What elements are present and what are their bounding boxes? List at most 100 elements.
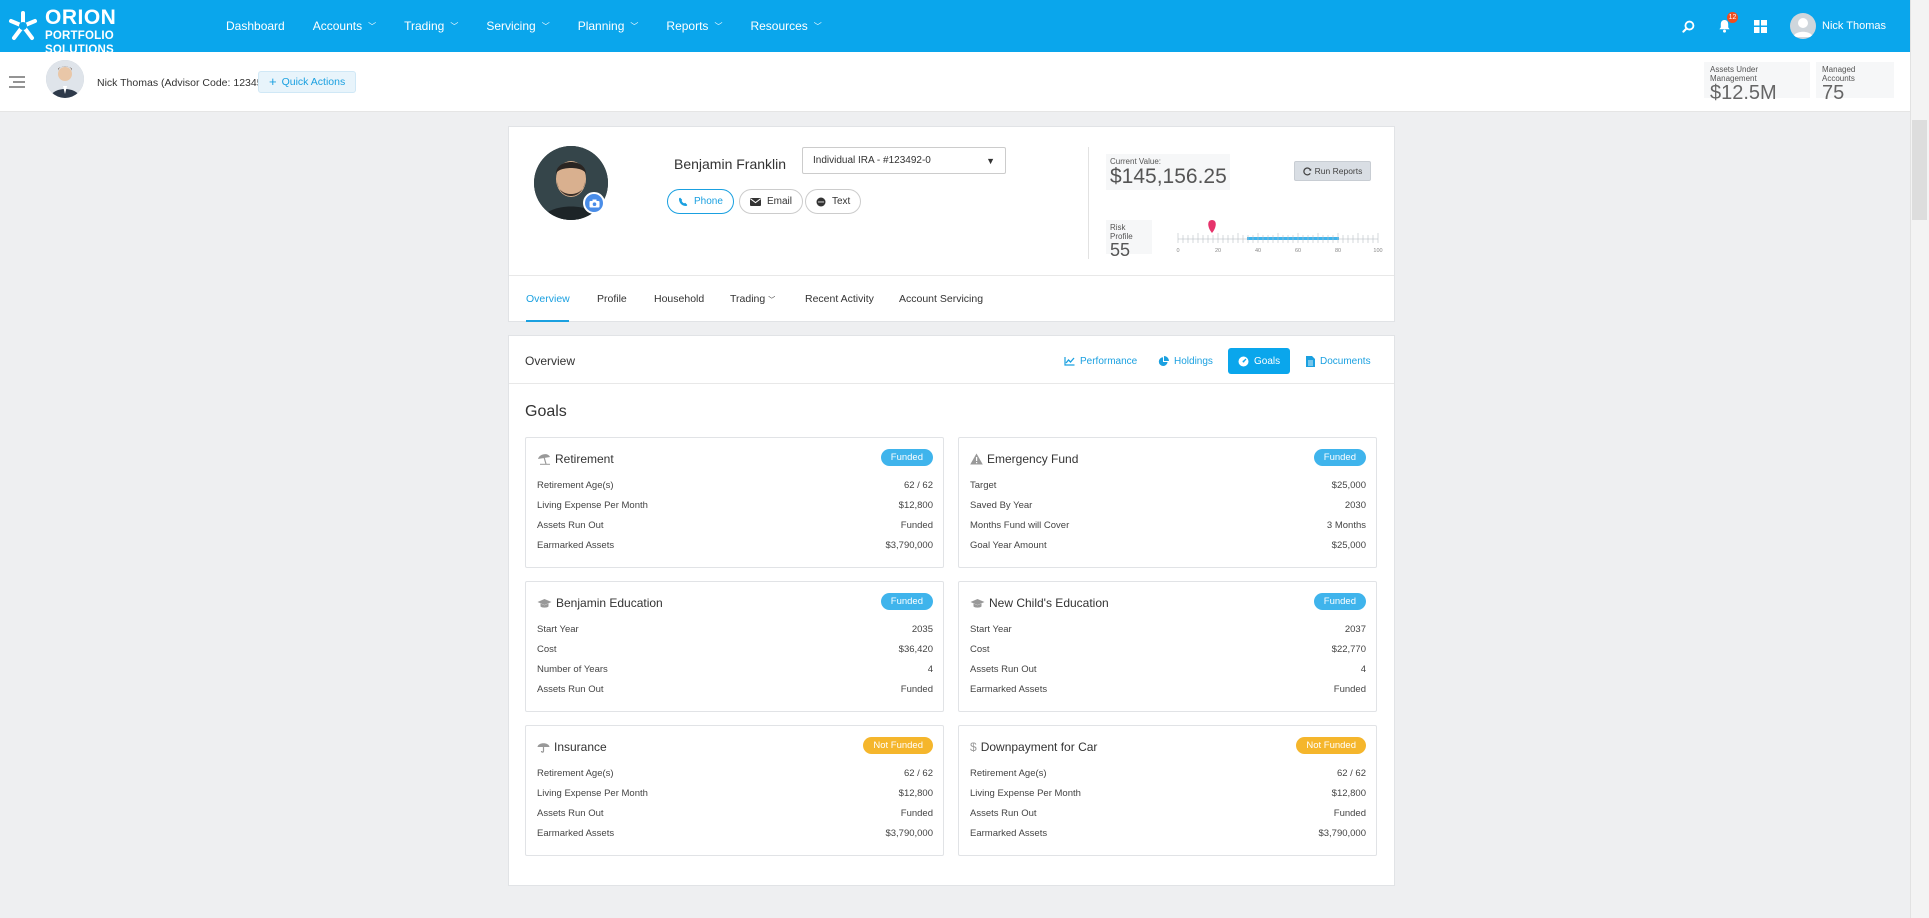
goal-row: Number of Years 4 — [537, 664, 933, 675]
orion-logo[interactable]: ORION PORTFOLIO SOLUTIONS — [8, 7, 158, 56]
chevron-down-icon: ﹀ — [541, 21, 550, 31]
documents-tab[interactable]: Documents — [1302, 348, 1375, 374]
status-badge: Funded — [880, 593, 933, 610]
goal-row-label: Retirement Age(s) — [970, 768, 1047, 779]
chevron-down-icon: ﹀ — [714, 21, 723, 31]
nav-label: Reports — [666, 19, 709, 33]
goal-row-label: Start Year — [537, 624, 579, 635]
tab-account-servicing[interactable]: Account Servicing — [899, 293, 983, 305]
managed-accounts-label: Managed Accounts — [1822, 65, 1856, 83]
text-button[interactable]: Text — [805, 189, 862, 214]
goal-title: Insurance — [537, 740, 607, 754]
goal-row: Target $25,000 — [970, 480, 1366, 491]
graduation-cap-icon — [537, 598, 552, 608]
chat-bubble-icon — [816, 197, 826, 206]
goal-row-label: Earmarked Assets — [537, 828, 615, 839]
goal-row-value: $12,800 — [1331, 788, 1366, 799]
goal-row-value: $3,790,000 — [885, 540, 933, 551]
goal-row: Earmarked Assets $3,790,000 — [970, 828, 1366, 839]
nav-accounts[interactable]: Accounts ﹀ — [313, 19, 376, 33]
user-name: Nick Thomas — [1822, 20, 1886, 32]
goal-row: Cost $22,770 — [970, 644, 1366, 655]
goal-card-insurance[interactable]: Insurance Not Funded Retirement Age(s) 62… — [525, 725, 944, 856]
holdings-tab[interactable]: Holdings — [1154, 348, 1217, 374]
aum-stat: Assets Under Management $12.5M — [1704, 62, 1810, 103]
tab-trading[interactable]: Trading ﹀ — [730, 293, 775, 305]
graduation-cap-icon — [970, 598, 985, 608]
divider — [1088, 147, 1089, 259]
advisor-avatar — [46, 60, 84, 98]
chevron-down-icon: ﹀ — [450, 21, 459, 31]
goal-row-label: Earmarked Assets — [970, 684, 1048, 695]
menu-icon[interactable] — [8, 74, 26, 90]
goal-row: Earmarked Assets Funded — [970, 684, 1366, 695]
scrollbar-thumb[interactable] — [1912, 120, 1927, 220]
tab-recent-activity[interactable]: Recent Activity — [805, 293, 874, 305]
camera-icon[interactable] — [583, 192, 605, 214]
goal-row-label: Cost — [537, 644, 557, 655]
nav-reports[interactable]: Reports ﹀ — [666, 19, 722, 33]
goal-row-value: $22,770 — [1331, 644, 1366, 655]
nav-trading[interactable]: Trading ﹀ — [404, 19, 458, 33]
goal-title-text: New Child's Education — [989, 596, 1109, 610]
goal-card-downpayment-car[interactable]: $ Downpayment for Car Not Funded Retirem… — [958, 725, 1377, 856]
goal-row-value: Funded — [900, 808, 933, 819]
bell-icon[interactable]: 12 — [1716, 12, 1739, 34]
chevron-down-icon: ﹀ — [768, 297, 776, 304]
tab-profile[interactable]: Profile — [597, 293, 627, 305]
quick-actions-button[interactable]: + Quick Actions — [258, 71, 357, 93]
phone-button[interactable]: Phone — [667, 189, 734, 214]
goal-row-label: Assets Run Out — [970, 808, 1037, 819]
goal-row-value: 2030 — [1344, 500, 1366, 511]
tab-household[interactable]: Household — [654, 293, 704, 305]
goal-row-value: 62 / 62 — [1336, 768, 1366, 779]
status-badge: Not Funded — [1296, 737, 1366, 754]
current-value-box: Current Value: $145,156.25 — [1106, 154, 1230, 190]
nav-resources[interactable]: Resources ﹀ — [750, 19, 821, 33]
goal-card-benjamin-education[interactable]: Benjamin Education Funded Start Year 2035… — [525, 581, 944, 712]
scrollbar[interactable] — [1910, 0, 1929, 918]
goal-row-value: 2035 — [911, 624, 933, 635]
user-avatar — [1790, 13, 1817, 39]
advisor-bar: Nick Thomas (Advisor Code: 12345) + Quic… — [0, 52, 1910, 112]
nav-planning[interactable]: Planning ﹀ — [578, 19, 639, 33]
apps-grid-icon[interactable] — [1752, 18, 1768, 34]
run-reports-button[interactable]: Run Reports — [1294, 161, 1371, 181]
performance-tab[interactable]: Performance — [1060, 348, 1141, 374]
nav-dashboard[interactable]: Dashboard — [226, 19, 285, 33]
nav-label: Accounts — [312, 19, 363, 33]
chevron-down-icon: ﹀ — [630, 21, 639, 31]
gauge-tick-label: 0 — [1176, 248, 1179, 254]
goal-title-text: Downpayment for Car — [980, 740, 1098, 754]
goals-tab[interactable]: Goals — [1228, 348, 1291, 374]
goal-row: Cost $36,420 — [537, 644, 933, 655]
quick-actions-label: Quick Actions — [281, 76, 346, 88]
gauge-tick-label: 80 — [1335, 248, 1341, 254]
goal-row-label: Goal Year Amount — [970, 540, 1047, 551]
goal-row-label: Retirement Age(s) — [537, 480, 614, 491]
account-select-value: Individual IRA - #123492-0 — [813, 155, 931, 166]
overview-title: Overview — [525, 354, 576, 368]
tab-trading-label: Trading — [730, 293, 766, 305]
goal-card-emergency-fund[interactable]: Emergency Fund Funded Target $25,000 Save… — [958, 437, 1377, 568]
tab-overview[interactable]: Overview — [526, 293, 570, 305]
goals-label: Goals — [1254, 355, 1281, 367]
pie-chart-icon — [1158, 355, 1169, 366]
goal-card-new-child-education[interactable]: New Child's Education Funded Start Year 2… — [958, 581, 1377, 712]
chevron-down-icon: ﹀ — [368, 21, 377, 31]
search-icon[interactable] — [1680, 18, 1696, 34]
goal-card-retirement[interactable]: Retirement Funded Retirement Age(s) 62 / … — [525, 437, 944, 568]
risk-marker-pin — [1208, 220, 1216, 233]
nav-label: Resources — [750, 19, 808, 33]
goal-row: Goal Year Amount $25,000 — [970, 540, 1366, 551]
status-badge: Funded — [880, 449, 933, 466]
dollar-icon: $ — [970, 740, 977, 754]
email-button[interactable]: Email — [739, 189, 804, 214]
risk-profile-value: 55 — [1110, 240, 1131, 260]
chevron-down-icon: ﹀ — [813, 21, 822, 31]
nav-servicing[interactable]: Servicing ﹀ — [486, 19, 549, 33]
user-menu[interactable]: Nick Thomas — [1790, 13, 1886, 39]
account-select[interactable]: Individual IRA - #123492-0 ▼ — [802, 147, 1006, 174]
goal-row-label: Number of Years — [537, 664, 608, 675]
client-tabs: Overview Profile Household Trading ﹀ Rece… — [509, 275, 1394, 322]
